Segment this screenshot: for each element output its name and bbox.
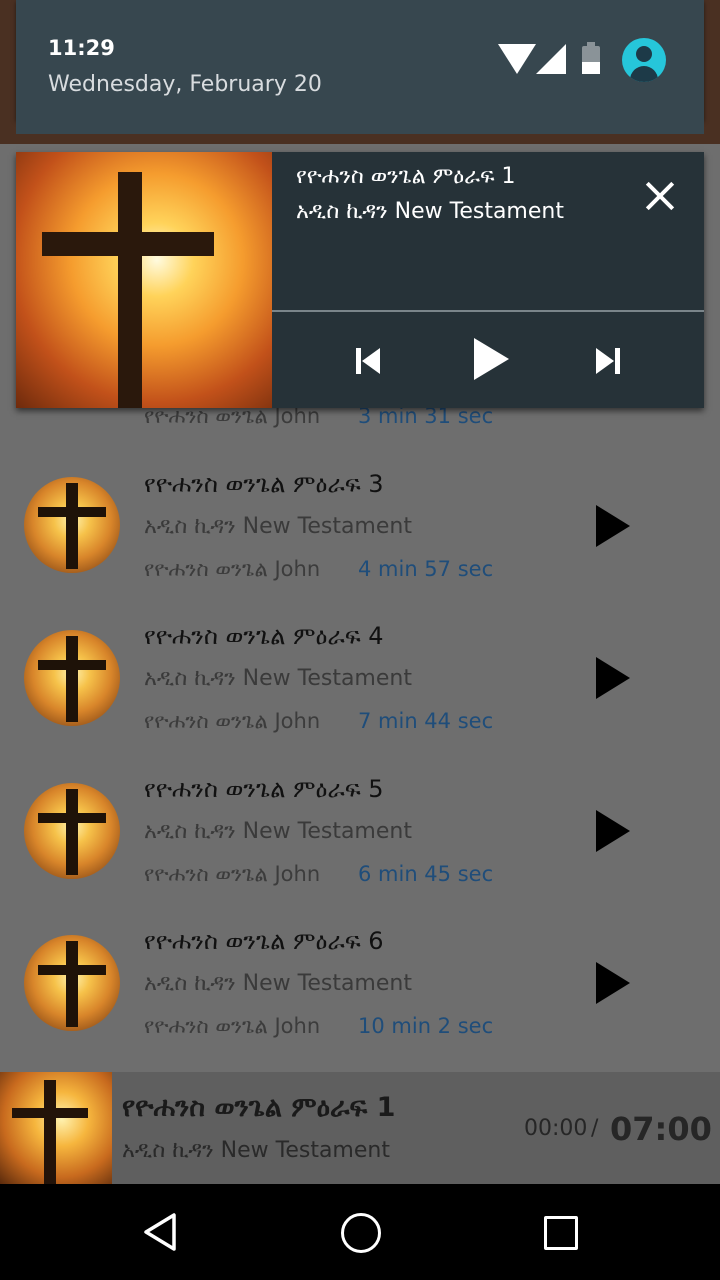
notification-subtitle: አዲስ ኪዳን New Testament [296, 199, 564, 224]
song-thumbnail [24, 783, 120, 879]
play-icon[interactable] [474, 338, 509, 380]
user-avatar-icon[interactable] [622, 38, 666, 82]
player-thumbnail [0, 1072, 112, 1184]
skip-previous-icon[interactable] [354, 346, 384, 376]
signal-icon [536, 44, 566, 74]
current-time: 00:00 [524, 1116, 588, 1141]
player-subtitle: አዲስ ኪዳን New Testament [122, 1138, 390, 1163]
quick-status-card[interactable]: 11:29 Wednesday, February 20 [16, 0, 704, 134]
now-playing-bar[interactable]: የዮሐንስ ወንጌል ምዕራፍ 1 አዲስ ኪዳን New Testament … [0, 1072, 720, 1184]
back-icon[interactable] [142, 1212, 178, 1252]
player-title: የዮሐንስ ወንጌል ምዕራፍ 1 [122, 1092, 396, 1123]
song-thumbnail [24, 630, 120, 726]
album-art [16, 152, 272, 408]
close-icon[interactable] [640, 176, 680, 216]
song-album: አዲስ ኪዳን New Testament [144, 971, 412, 996]
play-icon[interactable] [596, 962, 630, 1004]
song-duration: 4 min 57 sec [358, 557, 494, 581]
song-duration: 10 min 2 sec [358, 1014, 494, 1038]
time-separator: / [591, 1116, 599, 1141]
song-title: የዮሐንስ ወንጌል ምዕራፍ 6 [144, 927, 384, 955]
play-icon[interactable] [596, 657, 630, 699]
song-artist: የዮሐንስ ወንጌል John [144, 1014, 321, 1038]
list-item[interactable]: የዮሐንስ ወንጌል ምዕራፍ 6 አዲስ ኪዳን New Testament … [0, 927, 720, 1079]
total-time: 07:00 [610, 1110, 712, 1148]
battery-icon [582, 42, 600, 74]
song-duration: 6 min 45 sec [358, 862, 494, 886]
clock: 11:29 [48, 36, 115, 60]
list-item[interactable]: የዮሐንስ ወንጌል ምዕራፍ 5 አዲስ ኪዳን New Testament … [0, 775, 720, 927]
list-item[interactable]: የዮሐንስ ወንጌል ምዕራፍ 4 አዲስ ኪዳን New Testament … [0, 622, 720, 774]
wifi-icon [498, 44, 536, 74]
song-thumbnail [24, 935, 120, 1031]
song-thumbnail [24, 477, 120, 573]
recent-apps-icon[interactable] [544, 1216, 578, 1250]
play-icon[interactable] [596, 505, 630, 547]
song-album: አዲስ ኪዳን New Testament [144, 819, 412, 844]
divider [272, 310, 704, 312]
song-title: የዮሐንስ ወንጌል ምዕራፍ 5 [144, 775, 384, 803]
song-album: አዲስ ኪዳን New Testament [144, 666, 412, 691]
skip-next-icon[interactable] [594, 346, 624, 376]
song-artist: የዮሐንስ ወንጌል John [144, 862, 321, 886]
song-album: አዲስ ኪዳን New Testament [144, 514, 412, 539]
song-title: የዮሐንስ ወንጌል ምዕራፍ 3 [144, 470, 384, 498]
media-notification[interactable]: የዮሐንስ ወንጌል ምዕራፍ 1 አዲስ ኪዳን New Testament [16, 152, 704, 408]
play-icon[interactable] [596, 810, 630, 852]
home-icon[interactable] [341, 1213, 381, 1253]
song-artist: የዮሐንስ ወንጌል John [144, 709, 321, 733]
song-artist: የዮሐንስ ወንጌል John [144, 557, 321, 581]
date-label: Wednesday, February 20 [48, 72, 322, 97]
song-title: የዮሐንስ ወንጌል ምዕራፍ 4 [144, 622, 384, 650]
notification-title: የዮሐንስ ወንጌል ምዕራፍ 1 [296, 164, 516, 189]
list-item[interactable]: የዮሐንስ ወንጌል ምዕራፍ 3 አዲስ ኪዳን New Testament … [0, 470, 720, 622]
song-duration: 7 min 44 sec [358, 709, 494, 733]
navigation-bar [0, 1184, 720, 1280]
